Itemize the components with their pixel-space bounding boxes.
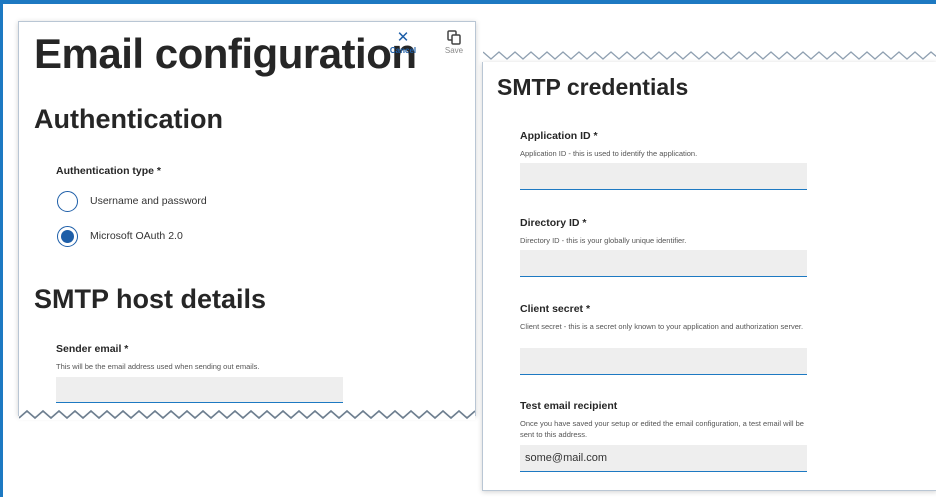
- authentication-type-label: Authentication type *: [56, 165, 162, 177]
- directory-id-help: Directory ID - this is your globally uni…: [520, 236, 687, 245]
- radio-circle[interactable]: [57, 225, 78, 247]
- radio-label: Username and password: [90, 195, 207, 207]
- radio-circle[interactable]: [57, 190, 78, 212]
- directory-id-field[interactable]: [520, 250, 807, 277]
- directory-id-label: Directory ID *: [520, 217, 587, 229]
- smtp-credentials-heading: SMTP credentials: [497, 74, 689, 100]
- cancel-button[interactable]: ✕ Cancel: [383, 29, 423, 56]
- test-email-recipient-label: Test email recipient: [520, 400, 618, 412]
- sender-email-label: Sender email *: [56, 343, 129, 355]
- client-secret-field[interactable]: [520, 348, 807, 375]
- close-icon: ✕: [396, 29, 410, 46]
- radio-label: Microsoft OAuth 2.0: [90, 230, 183, 242]
- save-icon: [434, 30, 474, 46]
- application-id-label: Application ID *: [520, 130, 598, 142]
- email-configuration-panel: Email configuration ✕ Cancel Save Authen…: [18, 21, 476, 420]
- torn-edge: [19, 409, 475, 420]
- radio-microsoft-oauth[interactable]: Microsoft OAuth 2.0: [57, 224, 183, 248]
- cancel-label: Cancel: [389, 46, 417, 55]
- radio-username-password[interactable]: Username and password: [57, 189, 207, 213]
- application-id-field[interactable]: [520, 163, 807, 190]
- application-id-help: Application ID - this is used to identif…: [520, 149, 698, 158]
- client-secret-help: Client secret - this is a secret only kn…: [520, 322, 804, 331]
- smtp-host-details-heading: SMTP host details: [34, 284, 267, 314]
- top-accent-bar: [0, 0, 936, 4]
- page-title: Email configuration: [34, 30, 417, 77]
- save-button[interactable]: Save: [434, 30, 474, 55]
- test-email-recipient-field[interactable]: [520, 445, 807, 472]
- test-email-recipient-help: Once you have saved your setup or edited…: [520, 419, 804, 439]
- left-accent-bar: [0, 0, 3, 497]
- smtp-credentials-panel: SMTP credentials Application ID * Applic…: [482, 51, 936, 491]
- authentication-heading: Authentication: [34, 104, 223, 134]
- save-label: Save: [444, 46, 464, 55]
- radio-selected-dot: [61, 229, 74, 243]
- client-secret-label: Client secret *: [520, 303, 591, 315]
- sender-email-help: This will be the email address used when…: [56, 362, 260, 371]
- sender-email-field[interactable]: [56, 377, 343, 403]
- torn-edge: [483, 51, 936, 60]
